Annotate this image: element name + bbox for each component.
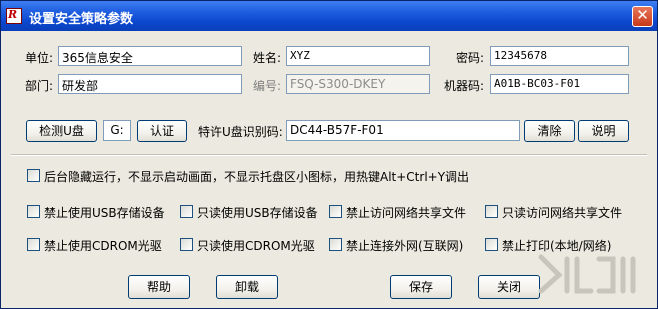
- usb-id-label: 特许U盘识别码:: [198, 125, 283, 139]
- uninstall-button[interactable]: 卸载: [216, 275, 278, 299]
- disable-print-checkbox[interactable]: [485, 238, 498, 251]
- dept-field[interactable]: 研发部: [58, 74, 242, 94]
- disable-cdrom-checkbox[interactable]: [27, 238, 40, 251]
- name-label: 姓名:: [253, 51, 282, 65]
- close-icon: ✕: [636, 6, 649, 24]
- save-button[interactable]: 保存: [390, 275, 452, 299]
- close-window-button[interactable]: ✕: [632, 6, 653, 27]
- background-run-label: 后台隐藏运行，不显示启动画面，不显示托盘区小图标，用热键Alt+Ctrl+Y调出: [44, 170, 470, 184]
- machine-code-field[interactable]: A01B-BC03-F01: [490, 74, 629, 94]
- window-title: 设置安全策略参数: [29, 12, 134, 27]
- disable-usb-label: 禁止使用USB存储设备: [44, 206, 165, 220]
- dialog-window: R 设置安全策略参数 ✕ 单位: 365信息安全 姓名: XYZ 密码: 123…: [0, 0, 658, 309]
- title-bar[interactable]: R 设置安全策略参数 ✕: [1, 1, 657, 31]
- instructions-button[interactable]: 说明: [578, 120, 629, 142]
- readonly-share-checkbox[interactable]: [485, 205, 498, 218]
- unit-label: 单位:: [25, 51, 54, 65]
- help-button[interactable]: 帮助: [128, 275, 190, 299]
- readonly-usb-label: 只读使用USB存储设备: [197, 206, 318, 220]
- close-button[interactable]: 关闭: [478, 275, 540, 299]
- disable-internet-label: 禁止连接外网(互联网): [346, 239, 464, 253]
- disable-cdrom-label: 禁止使用CDROM光驱: [44, 239, 162, 253]
- code-field: FSQ-S300-DKEY: [286, 74, 430, 94]
- disable-internet-checkbox[interactable]: [329, 238, 342, 251]
- clear-button[interactable]: 清除: [524, 120, 575, 142]
- usb-id-field[interactable]: DC44-B57F-F01: [286, 120, 520, 141]
- disable-usb-checkbox[interactable]: [27, 205, 40, 218]
- disable-share-checkbox[interactable]: [329, 205, 342, 218]
- app-icon: R: [6, 8, 22, 24]
- divider: [11, 154, 647, 156]
- detect-usb-button[interactable]: 检测U盘: [26, 120, 97, 142]
- dept-label: 部门:: [25, 79, 54, 93]
- machine-label: 机器码:: [444, 79, 485, 93]
- readonly-usb-checkbox[interactable]: [180, 205, 193, 218]
- readonly-cdrom-label: 只读使用CDROM光驱: [197, 239, 315, 253]
- readonly-cdrom-checkbox[interactable]: [180, 238, 193, 251]
- background-run-checkbox[interactable]: [27, 169, 40, 182]
- watermark-logo: [538, 254, 636, 294]
- readonly-share-label: 只读访问网络共享文件: [502, 206, 623, 220]
- password-label: 密码:: [456, 51, 485, 65]
- unit-field[interactable]: 365信息安全: [58, 46, 242, 66]
- disable-share-label: 禁止访问网络共享文件: [346, 206, 467, 220]
- password-field[interactable]: 12345678: [490, 46, 629, 66]
- name-field[interactable]: XYZ: [286, 46, 430, 66]
- drive-letter-field[interactable]: G:: [103, 120, 131, 141]
- code-label: 编号:: [253, 79, 282, 93]
- authenticate-button[interactable]: 认证: [137, 120, 187, 142]
